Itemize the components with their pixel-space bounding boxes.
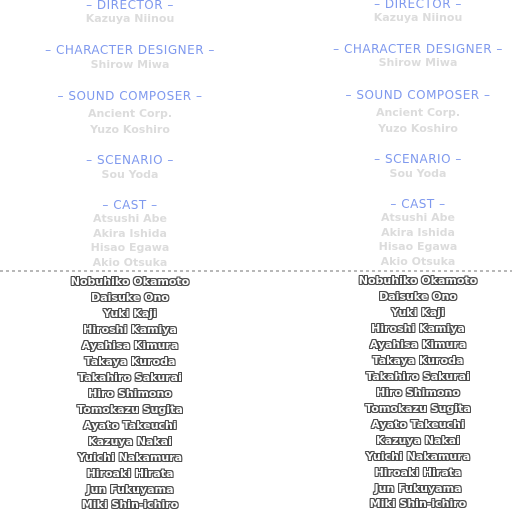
cast-name: Takahiro Sakurai <box>366 370 470 383</box>
sound-composer-heading: – SOUND COMPOSER – <box>345 88 491 102</box>
cast-name: Takaya Kuroda <box>372 354 464 367</box>
cast-name: Hiroaki Hirata <box>374 466 462 479</box>
director-heading: – DIRECTOR – <box>374 0 462 11</box>
cast-name: Akira Ishida <box>381 226 455 239</box>
cast-name: Yuichi Nakamura <box>365 450 471 463</box>
cast-name: Yuki Kaji <box>391 306 445 319</box>
cast-name: Yuki Kaji <box>103 307 157 320</box>
scenario-name: Sou Yoda <box>101 168 159 181</box>
cast-name: Akio Otsuka <box>92 256 168 269</box>
scenario-name: Sou Yoda <box>389 167 447 180</box>
cast-name: Daisuke Ono <box>379 290 457 303</box>
cast-name: Takaya Kuroda <box>84 355 176 368</box>
cast-heading: – CAST – <box>102 198 158 212</box>
cast-name: Akira Ishida <box>93 227 167 240</box>
sound-composer-name: Ancient Corp. <box>87 107 173 120</box>
sound-composer-name: Yuzo Koshiro <box>90 123 170 136</box>
cast-name: Kazuya Nakai <box>376 434 460 447</box>
cast-name: Yuichi Nakamura <box>77 451 183 464</box>
cast-name: Atsushi Abe <box>381 211 455 224</box>
cast-name: Jun Fukuyama <box>86 483 174 496</box>
character-designer-heading: – CHARACTER DESIGNER – <box>45 43 215 57</box>
sound-composer-name: Yuzo Koshiro <box>378 122 458 135</box>
character-designer-name: Shirow Miwa <box>90 58 170 71</box>
sound-composer-name: Ancient Corp. <box>375 106 461 119</box>
cast-name: Ayato Takeuchi <box>83 419 177 432</box>
cast-name: Ayato Takeuchi <box>371 418 465 431</box>
cast-name: Hiroshi Kamiya <box>371 322 465 335</box>
cast-name: Daisuke Ono <box>91 291 169 304</box>
cast-name: Nobuhiko Okamoto <box>70 275 190 288</box>
director-name: Kazuya Niinou <box>85 12 175 25</box>
cast-name: Akio Otsuka <box>380 255 456 268</box>
character-designer-heading: – CHARACTER DESIGNER – <box>333 42 503 56</box>
director-heading: – DIRECTOR – <box>86 0 174 12</box>
cast-name: Hiro Shimono <box>88 387 172 400</box>
cast-name: Miki Shin-ichiro <box>369 497 467 510</box>
cast-name: Ayahisa Kimura <box>81 339 179 352</box>
director-name: Kazuya Niinou <box>373 11 463 24</box>
cast-heading: – CAST – <box>390 197 446 211</box>
cast-name: Hiro Shimono <box>376 386 460 399</box>
cast-name: Miki Shin-ichiro <box>81 498 179 511</box>
cast-name: Nobuhiko Okamoto <box>358 274 478 287</box>
scenario-heading: – SCENARIO – <box>86 153 174 167</box>
cast-name: Takahiro Sakurai <box>78 371 182 384</box>
scenario-heading: – SCENARIO – <box>374 152 462 166</box>
cast-name: Hisao Egawa <box>378 240 458 253</box>
fade-divider-line <box>0 270 512 272</box>
sound-composer-heading: – SOUND COMPOSER – <box>57 89 203 103</box>
cast-name: Ayahisa Kimura <box>369 338 467 351</box>
cast-name: Tomokazu Sugita <box>365 402 471 415</box>
cast-name: Hiroshi Kamiya <box>83 323 177 336</box>
cast-name: Jun Fukuyama <box>374 482 462 495</box>
cast-name: Tomokazu Sugita <box>77 403 183 416</box>
cast-name: Atsushi Abe <box>93 212 167 225</box>
cast-name: Hiroaki Hirata <box>86 467 174 480</box>
cast-name: Kazuya Nakai <box>88 435 172 448</box>
cast-name: Hisao Egawa <box>90 241 170 254</box>
character-designer-name: Shirow Miwa <box>378 56 458 69</box>
